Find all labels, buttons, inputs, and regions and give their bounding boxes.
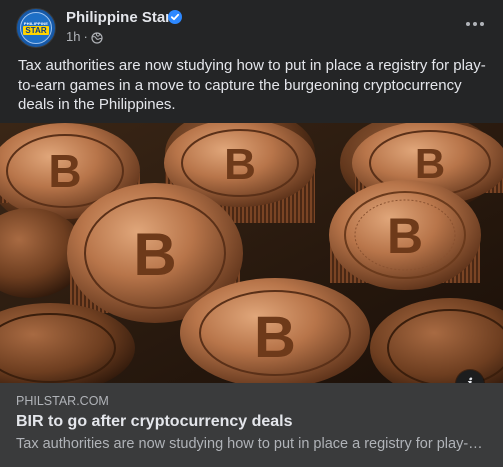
svg-text:B: B (48, 145, 81, 197)
svg-text:B: B (254, 305, 296, 370)
svg-text:B: B (224, 140, 256, 189)
ellipsis-dot (466, 22, 470, 26)
meta-separator: · (83, 29, 88, 44)
page-avatar[interactable]: PHILIPPINE STAR (16, 8, 56, 48)
post-text: Tax authorities are now studying how to … (18, 57, 486, 113)
ellipsis-dot (480, 22, 484, 26)
link-description: Tax authorities are now studying how to … (16, 436, 486, 452)
post-header: PHILIPPINE STAR Philippine Star 1h · (0, 0, 503, 52)
post-meta: 1h · (66, 29, 103, 44)
avatar-logo-main: STAR (23, 26, 49, 35)
link-title[interactable]: BIR to go after cryptocurrency deals (16, 413, 293, 431)
link-preview[interactable]: PHILSTAR.COM BIR to go after cryptocurre… (0, 383, 503, 467)
ellipsis-dot (473, 22, 477, 26)
facebook-post: PHILIPPINE STAR Philippine Star 1h · Tax… (0, 0, 503, 467)
link-domain: PHILSTAR.COM (16, 394, 109, 408)
svg-text:B: B (415, 140, 445, 187)
globe-icon[interactable] (91, 31, 103, 44)
page-name-link[interactable]: Philippine Star (66, 9, 171, 26)
ellipsis-icon[interactable] (461, 12, 489, 36)
svg-text:B: B (133, 221, 176, 288)
verified-check-icon (168, 10, 182, 24)
svg-text:B: B (387, 208, 423, 264)
post-image[interactable]: B B B B B B (0, 123, 503, 383)
bitcoin-coins-photo: B B B B B B (0, 123, 503, 383)
post-time-link[interactable]: 1h (66, 29, 80, 44)
